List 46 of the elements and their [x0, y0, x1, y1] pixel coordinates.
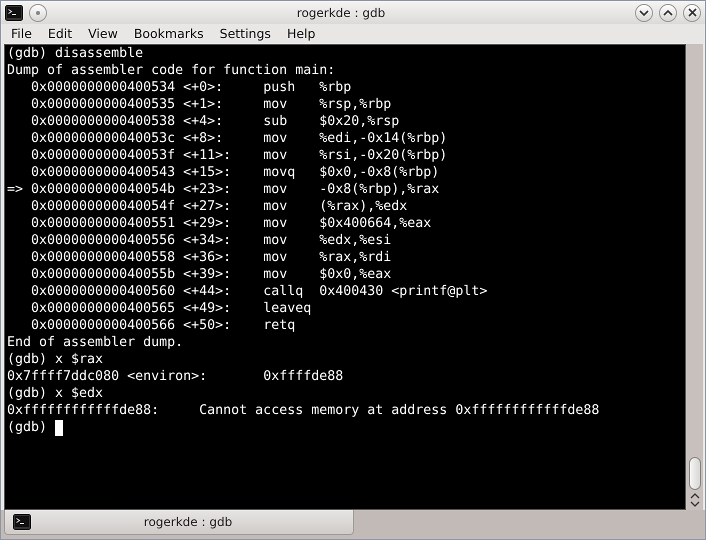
terminal-line: 0x0000000000400558 <+36>: mov %rax,%rdi: [30, 249, 392, 266]
scroll-down-icon[interactable]: [690, 501, 700, 508]
terminal-line: 0x000000000040053f <+11>: mov %rsi,-0x20(%rbp): [30, 147, 448, 164]
close-icon: [688, 8, 696, 17]
menu-item[interactable]: Edit: [40, 25, 80, 43]
minimize-button[interactable]: [635, 4, 653, 22]
menu-item[interactable]: View: [80, 25, 126, 43]
terminal-line: 0x7ffff7ddc080 <environ>: 0xffffde88: [7, 368, 344, 385]
terminal-line: 0x0000000000400551 <+29>: mov $0x400664,%eax: [30, 215, 432, 232]
menu-item[interactable]: Bookmarks: [126, 25, 212, 43]
terminal-line: 0x0000000000400565 <+49>: leaveq: [30, 300, 312, 317]
terminal-line: 0x0000000000400543 <+15>: movq $0x0,-0x8(%rbp): [30, 164, 440, 181]
menu-item[interactable]: Help: [278, 25, 324, 43]
terminal-line: Dump of assembler code for function main:: [7, 62, 336, 79]
terminal-line: 0x0000000000400538 <+4>: sub $0x20,%rsp: [30, 113, 400, 130]
terminal-line: 0x0000000000400534 <+0>: push %rbp: [30, 79, 352, 96]
scrollbar-thumb[interactable]: [688, 457, 700, 490]
terminal-area[interactable]: [4, 44, 686, 510]
window-title: rogerkde : gdb: [296, 4, 386, 22]
terminal-line: 0x0000000000400560 <+44>: callq 0x400430 <printf@plt>: [30, 283, 488, 300]
chevron-down-icon: [639, 8, 649, 16]
menu-item[interactable]: Settings: [212, 25, 279, 43]
terminal-line: 0x000000000040055b <+39>: mov $0x0,%eax: [30, 266, 392, 283]
dot-icon: [35, 10, 41, 16]
scrollbar[interactable]: [686, 44, 703, 510]
maximize-button[interactable]: [659, 4, 677, 22]
terminal-line: (gdb): [7, 419, 48, 436]
terminal-line: End of assembler dump.: [7, 334, 184, 351]
close-button[interactable]: [683, 4, 701, 22]
terminal-line: => 0x000000000040054b <+23>: mov -0x8(%rbp),%rax: [7, 181, 440, 198]
terminal-icon: [13, 514, 31, 530]
terminal-line: (gdb) x $edx: [7, 385, 104, 402]
session-tab[interactable]: rogerkde : gdb: [4, 510, 354, 535]
terminal-line: 0x0000000000400566 <+50>: retq: [30, 317, 296, 334]
terminal-line: 0xffffffffffffde88: Cannot access memory at address 0xffffffffffffde88: [7, 402, 600, 419]
menu-item[interactable]: File: [3, 25, 40, 43]
terminal-line: (gdb) x $rax: [7, 351, 104, 368]
terminal-line: 0x0000000000400535 <+1>: mov %rsp,%rbp: [30, 96, 392, 113]
terminal-line: 0x0000000000400556 <+34>: mov %edx,%esi: [30, 232, 392, 249]
terminal-icon[interactable]: [5, 4, 23, 20]
terminal-line: 0x000000000040054f <+27>: mov (%rax),%edx: [30, 198, 408, 215]
window-menu-button[interactable]: [29, 4, 47, 22]
scroll-up-icon[interactable]: [690, 492, 700, 499]
terminal-line: (gdb) disassemble: [7, 45, 144, 62]
chevron-up-icon: [663, 8, 673, 16]
terminal-line: 0x000000000040053c <+8>: mov %edi,-0x14(%rbp): [30, 130, 448, 147]
